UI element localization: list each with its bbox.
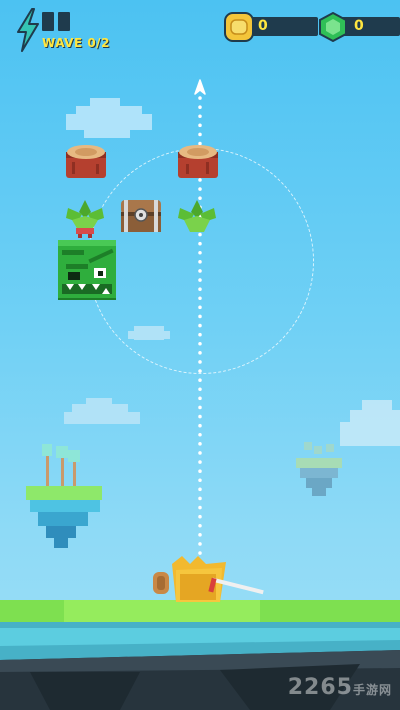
cloud (64, 398, 140, 424)
lightning-icon (17, 8, 39, 52)
coin-count: 0 (258, 18, 268, 34)
game-stage[interactable]: WAVE 0/2 0 0 2265手游网 (0, 0, 400, 710)
energy-bar (58, 12, 70, 31)
leafy-bush-block[interactable] (176, 198, 218, 236)
treasure-chest[interactable] (120, 198, 162, 234)
green-monster-block[interactable] (58, 240, 116, 300)
wood-log-block[interactable] (178, 144, 218, 178)
coin-icon (224, 12, 254, 42)
gem-count: 0 (354, 18, 364, 34)
watermark-brand: 2265 (287, 675, 353, 700)
wave-counter: WAVE 0/2 (42, 36, 110, 50)
floating-island-right (296, 442, 342, 496)
cloud (66, 98, 152, 138)
leafy-bush-block[interactable] (64, 198, 106, 240)
cloud (340, 400, 400, 446)
wood-log-block[interactable] (66, 144, 106, 178)
energy-bars (42, 12, 70, 31)
player-knight[interactable] (150, 552, 268, 608)
aim-arrow-icon (194, 79, 206, 95)
floating-island-left (26, 444, 102, 548)
watermark: 2265手游网 (288, 675, 392, 700)
watermark-sub: 手游网 (352, 683, 392, 697)
energy-bar (42, 12, 54, 31)
gem-icon (319, 12, 347, 42)
